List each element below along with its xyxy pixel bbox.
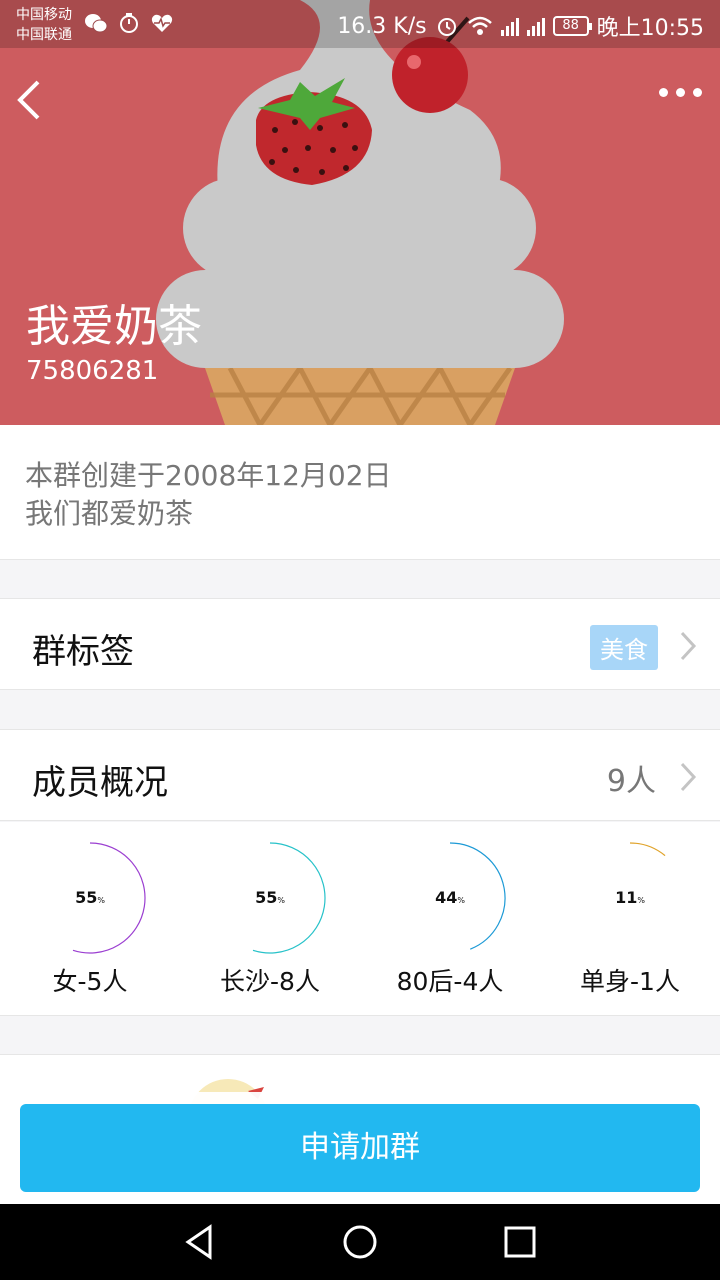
percent-unit: % — [277, 896, 285, 905]
stat-label: 长沙-8人 — [220, 967, 320, 996]
wechat-icon — [85, 14, 108, 33]
group-id: 75806281 — [26, 356, 159, 386]
more-options-icon[interactable] — [659, 88, 702, 97]
back-arrow-icon[interactable] — [14, 76, 48, 124]
group-intro: 本群创建于2008年12月02日 我们都爱奶茶 — [0, 425, 720, 560]
member-count: 9人 — [606, 764, 656, 799]
apply-join-button[interactable]: 申请加群 — [20, 1104, 700, 1192]
signal-icon-2 — [526, 16, 545, 36]
group-tags-row[interactable]: 群标签 美食 — [0, 598, 720, 690]
stat-percent: 55 — [255, 888, 278, 907]
stat-city: 55% 长沙-8人 — [180, 822, 360, 1016]
stat-gender: 55% 女-5人 — [0, 822, 180, 1016]
tag-badge: 美食 — [590, 625, 658, 670]
notification-icons — [84, 12, 174, 34]
status-bar: 中国移动 中国联通 16.3 K/s 88 晚上10:55 — [0, 0, 720, 48]
stat-percent: 11 — [615, 888, 638, 907]
group-header: 中国移动 中国联通 16.3 K/s 88 晚上10:55 我爱奶茶 75806… — [0, 0, 720, 425]
apply-bar: 申请加群 — [0, 1092, 720, 1204]
carrier-info: 中国移动 中国联通 — [16, 5, 72, 45]
status-right: 16.3 K/s 88 晚上10:55 — [337, 10, 704, 42]
members-title: 成员概况 — [32, 763, 168, 803]
chevron-right-icon — [680, 762, 697, 792]
percent-unit: % — [457, 896, 465, 905]
group-name: 我爱奶茶 — [26, 301, 202, 352]
member-stats: 55% 女-5人 55% 长沙-8人 44% 80后-4人 11% 单身-1人 — [0, 822, 720, 1016]
stat-label: 单身-1人 — [580, 967, 680, 996]
chevron-right-icon — [680, 631, 697, 661]
health-icon — [151, 14, 173, 33]
signal-icon-1 — [500, 16, 519, 36]
nav-back-icon[interactable] — [180, 1222, 220, 1262]
tags-title: 群标签 — [32, 632, 134, 672]
battery-icon: 88 — [552, 16, 592, 36]
nav-home-icon[interactable] — [340, 1222, 380, 1262]
carrier-2: 中国联通 — [16, 27, 72, 43]
alarm-icon — [437, 18, 456, 36]
network-speed: 16.3 K/s — [337, 13, 427, 39]
clock: 晚上10:55 — [596, 16, 704, 41]
carrier-1: 中国移动 — [16, 7, 72, 23]
percent-unit: % — [637, 896, 645, 905]
wifi-icon — [467, 16, 492, 35]
stat-label: 80后-4人 — [396, 967, 504, 996]
stat-percent: 55 — [75, 888, 98, 907]
nav-recents-icon[interactable] — [500, 1222, 540, 1262]
member-overview-row[interactable]: 成员概况 9人 — [0, 729, 720, 821]
system-nav-bar — [0, 1204, 720, 1280]
created-date: 本群创建于2008年12月02日 — [25, 459, 392, 492]
percent-unit: % — [97, 896, 105, 905]
stat-single: 11% 单身-1人 — [540, 822, 720, 1016]
stat-age: 44% 80后-4人 — [360, 822, 540, 1016]
stat-percent: 44 — [435, 888, 458, 907]
group-description: 我们都爱奶茶 — [25, 497, 194, 530]
stat-label: 女-5人 — [52, 967, 128, 996]
stopwatch-icon — [120, 13, 138, 33]
